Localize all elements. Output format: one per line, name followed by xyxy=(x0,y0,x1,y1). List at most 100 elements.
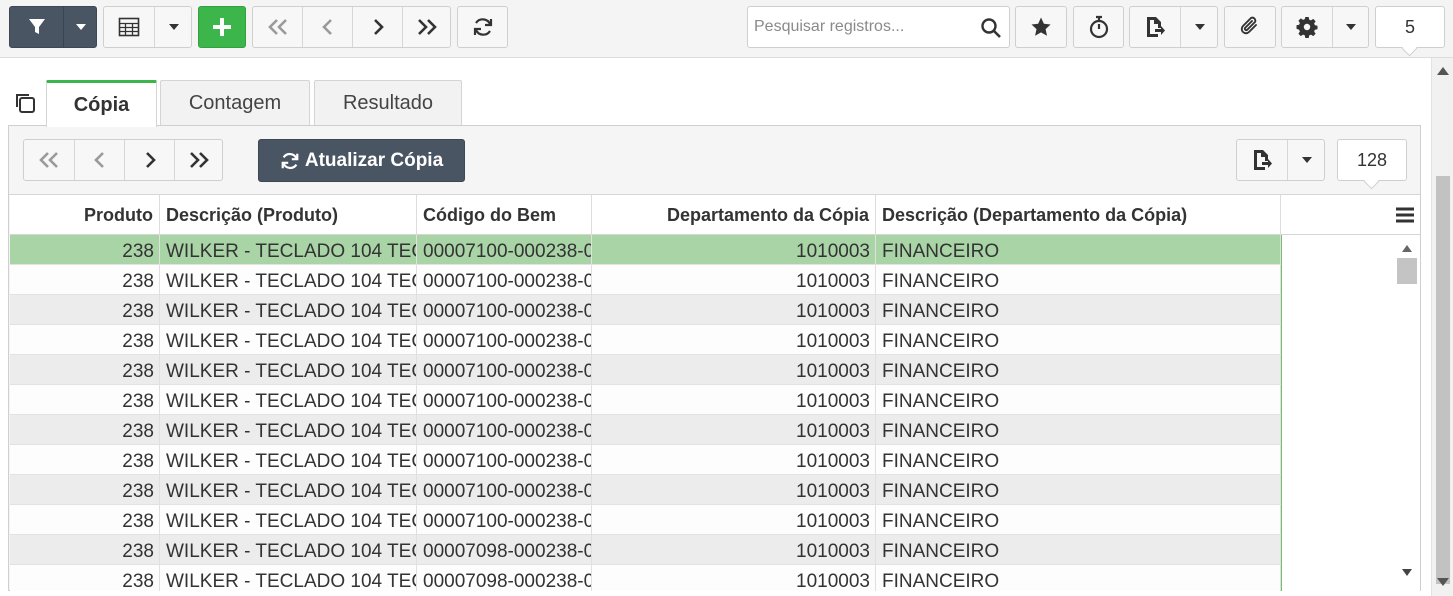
column-header-departamento[interactable]: Departamento da Cópia xyxy=(592,195,876,235)
cell-produto[interactable]: 238 xyxy=(10,295,160,325)
cell-descricao-produto[interactable]: WILKER - TECLADO 104 TECLAS xyxy=(160,505,417,535)
cell-departamento[interactable]: 1010003 xyxy=(592,325,876,355)
cell-descricao-departamento[interactable]: FINANCEIRO xyxy=(876,415,1281,445)
cell-descricao-produto[interactable]: WILKER - TECLADO 104 TECLAS xyxy=(160,565,417,591)
cell-descricao-produto[interactable]: WILKER - TECLADO 104 TECLAS xyxy=(160,475,417,505)
cell-descricao-produto[interactable]: WILKER - TECLADO 104 TECLAS xyxy=(160,295,417,325)
cell-produto[interactable]: 238 xyxy=(10,445,160,475)
cell-descricao-departamento[interactable]: FINANCEIRO xyxy=(876,325,1281,355)
cell-descricao-departamento[interactable]: FINANCEIRO xyxy=(876,535,1281,565)
settings-dropdown-button[interactable] xyxy=(1332,7,1369,47)
cell-produto[interactable]: 238 xyxy=(10,355,160,385)
table-row[interactable]: 238WILKER - TECLADO 104 TECLAS00007100-0… xyxy=(10,355,1282,385)
table-view-button[interactable] xyxy=(104,7,154,47)
add-button[interactable] xyxy=(198,6,246,48)
column-header-descricao-departamento[interactable]: Descrição (Departamento da Cópia) xyxy=(876,195,1281,235)
first-page-button[interactable] xyxy=(253,7,302,47)
cell-produto[interactable]: 238 xyxy=(10,265,160,295)
cell-descricao-departamento[interactable]: FINANCEIRO xyxy=(876,355,1281,385)
search-input[interactable] xyxy=(748,7,976,47)
export-button[interactable] xyxy=(1130,7,1180,47)
scrollbar-thumb[interactable] xyxy=(1436,176,1450,584)
cell-codigo-bem[interactable]: 00007100-000238-0 xyxy=(417,385,592,415)
cell-descricao-departamento[interactable]: FINANCEIRO xyxy=(876,445,1281,475)
cell-departamento[interactable]: 1010003 xyxy=(592,235,876,265)
column-header-produto[interactable]: Produto xyxy=(10,195,160,235)
cell-descricao-departamento[interactable]: FINANCEIRO xyxy=(876,385,1281,415)
cell-produto[interactable]: 238 xyxy=(10,235,160,265)
cell-produto[interactable]: 238 xyxy=(10,325,160,355)
grid-next-page-button[interactable] xyxy=(124,140,174,180)
cell-produto[interactable]: 238 xyxy=(10,505,160,535)
cell-descricao-departamento[interactable]: FINANCEIRO xyxy=(876,505,1281,535)
cell-produto[interactable]: 238 xyxy=(10,475,160,505)
cell-departamento[interactable]: 1010003 xyxy=(592,565,876,591)
grid-previous-page-button[interactable] xyxy=(74,140,124,180)
scrollbar-thumb[interactable] xyxy=(1397,258,1417,284)
cell-codigo-bem[interactable]: 00007098-000238-0 xyxy=(417,565,592,591)
cell-descricao-produto[interactable]: WILKER - TECLADO 104 TECLAS xyxy=(160,235,417,265)
last-page-button[interactable] xyxy=(402,7,451,47)
cell-departamento[interactable]: 1010003 xyxy=(592,265,876,295)
cell-codigo-bem[interactable]: 00007100-000238-0 xyxy=(417,445,592,475)
cell-codigo-bem[interactable]: 00007100-000238-0 xyxy=(417,265,592,295)
cell-codigo-bem[interactable]: 00007100-000238-0 xyxy=(417,505,592,535)
cell-descricao-departamento[interactable]: FINANCEIRO xyxy=(876,475,1281,505)
cell-descricao-produto[interactable]: WILKER - TECLADO 104 TECLAS xyxy=(160,415,417,445)
cell-descricao-produto[interactable]: WILKER - TECLADO 104 TECLAS xyxy=(160,445,417,475)
cell-codigo-bem[interactable]: 00007100-000238-0 xyxy=(417,295,592,325)
scroll-down-arrow-icon[interactable] xyxy=(1402,569,1412,576)
settings-button[interactable] xyxy=(1282,7,1332,47)
grid-scrollbar[interactable] xyxy=(1394,236,1420,591)
cell-descricao-departamento[interactable]: FINANCEIRO xyxy=(876,565,1281,591)
cell-descricao-departamento[interactable]: FINANCEIRO xyxy=(876,235,1281,265)
cell-departamento[interactable]: 1010003 xyxy=(592,505,876,535)
cell-produto[interactable]: 238 xyxy=(10,415,160,445)
table-row[interactable]: 238WILKER - TECLADO 104 TECLAS00007100-0… xyxy=(10,415,1282,445)
cell-codigo-bem[interactable]: 00007100-000238-0 xyxy=(417,475,592,505)
filter-dropdown-button[interactable] xyxy=(63,7,97,47)
table-row[interactable]: 238WILKER - TECLADO 104 TECLAS00007100-0… xyxy=(10,505,1282,535)
cell-descricao-produto[interactable]: WILKER - TECLADO 104 TECLAS xyxy=(160,355,417,385)
table-row[interactable]: 238WILKER - TECLADO 104 TECLAS00007100-0… xyxy=(10,385,1282,415)
column-header-codigo-bem[interactable]: Código do Bem xyxy=(417,195,592,235)
cell-codigo-bem[interactable]: 00007100-000238-0 xyxy=(417,355,592,385)
cell-produto[interactable]: 238 xyxy=(10,385,160,415)
cell-departamento[interactable]: 1010003 xyxy=(592,415,876,445)
table-row[interactable]: 238WILKER - TECLADO 104 TECLAS00007100-0… xyxy=(10,445,1282,475)
table-row[interactable]: 238WILKER - TECLADO 104 TECLAS00007098-0… xyxy=(10,535,1282,565)
table-row[interactable]: 238WILKER - TECLADO 104 TECLAS00007100-0… xyxy=(10,235,1282,265)
scroll-down-arrow-icon[interactable] xyxy=(1437,578,1449,586)
refresh-button[interactable] xyxy=(457,6,508,48)
tab-contagem[interactable]: Contagem xyxy=(160,80,310,126)
cell-produto[interactable]: 238 xyxy=(10,565,160,591)
scroll-up-arrow-icon[interactable] xyxy=(1437,67,1449,75)
previous-page-button[interactable] xyxy=(302,7,352,47)
tab-copia[interactable]: Cópia xyxy=(46,80,157,127)
cell-produto[interactable]: 238 xyxy=(10,535,160,565)
cell-descricao-produto[interactable]: WILKER - TECLADO 104 TECLAS xyxy=(160,265,417,295)
cell-departamento[interactable]: 1010003 xyxy=(592,355,876,385)
cell-departamento[interactable]: 1010003 xyxy=(592,475,876,505)
attachment-button[interactable] xyxy=(1224,6,1276,48)
cell-codigo-bem[interactable]: 00007098-000238-0 xyxy=(417,535,592,565)
cell-descricao-produto[interactable]: WILKER - TECLADO 104 TECLAS xyxy=(160,385,417,415)
scroll-up-arrow-icon[interactable] xyxy=(1402,245,1412,252)
cell-codigo-bem[interactable]: 00007100-000238-0 xyxy=(417,415,592,445)
cell-descricao-produto[interactable]: WILKER - TECLADO 104 TECLAS xyxy=(160,325,417,355)
grid-export-dropdown-button[interactable] xyxy=(1287,140,1325,180)
search-icon[interactable] xyxy=(979,16,1003,40)
cell-codigo-bem[interactable]: 00007100-000238-0 xyxy=(417,235,592,265)
cell-departamento[interactable]: 1010003 xyxy=(592,445,876,475)
grid-first-page-button[interactable] xyxy=(24,140,74,180)
timer-button[interactable] xyxy=(1073,6,1124,48)
table-row[interactable]: 238WILKER - TECLADO 104 TECLAS00007100-0… xyxy=(10,265,1282,295)
column-header-descricao-produto[interactable]: Descrição (Produto) xyxy=(160,195,417,235)
next-page-button[interactable] xyxy=(352,7,402,47)
grid-last-page-button[interactable] xyxy=(174,140,223,180)
cell-descricao-departamento[interactable]: FINANCEIRO xyxy=(876,265,1281,295)
column-menu-icon[interactable] xyxy=(1394,205,1416,225)
favorite-button[interactable] xyxy=(1015,6,1067,48)
cell-departamento[interactable]: 1010003 xyxy=(592,295,876,325)
cell-departamento[interactable]: 1010003 xyxy=(592,535,876,565)
